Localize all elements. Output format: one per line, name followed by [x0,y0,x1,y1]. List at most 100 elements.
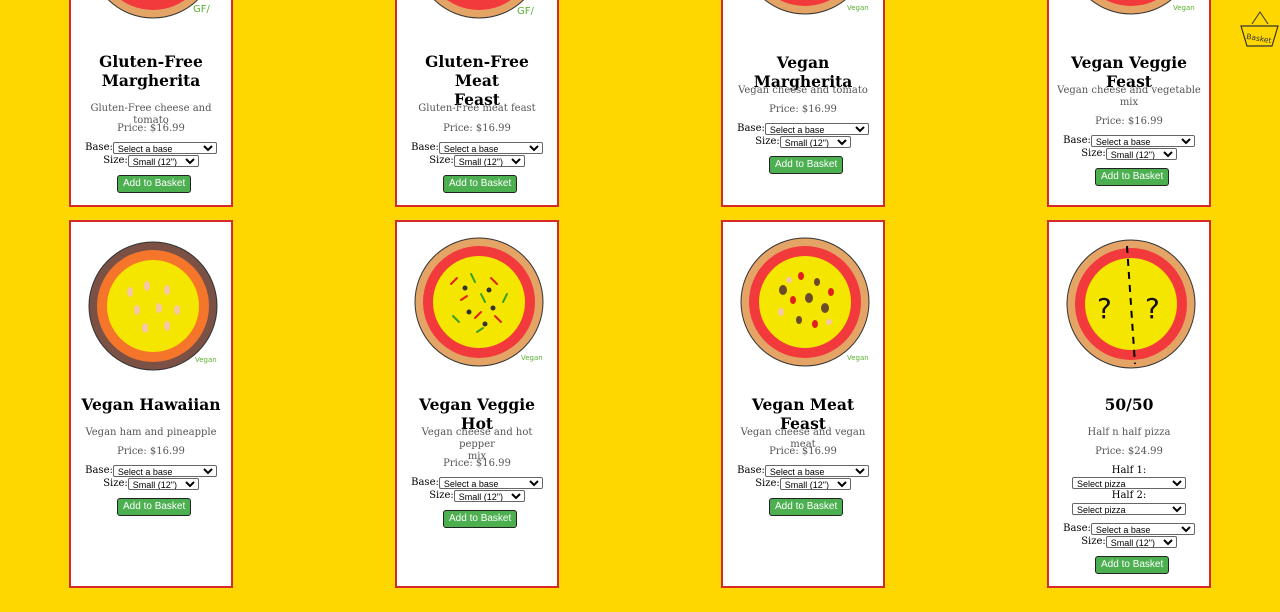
size-select[interactable]: Small (12") [127,478,199,490]
pizza-card-vegan-veggie-feast: Vegan Vegan Veggie Feast Vegan cheese an… [1047,0,1211,207]
size-row: Size: Small (12") [1049,536,1209,548]
size-row: Size: Small (12") [397,490,557,502]
add-to-basket-button[interactable]: Add to Basket [117,498,192,516]
add-to-basket-button[interactable]: Add to Basket [1095,168,1170,186]
pizza-description: Gluten-Free meat feast [418,103,536,114]
half-1-select[interactable]: Select pizza [1072,477,1186,489]
base-row: Base: Select a base [397,477,557,489]
base-label: Base: [737,123,765,134]
pizza-price: Price: $16.99 [443,458,511,469]
size-row: Size: Small (12") [71,155,231,167]
gf-badge-icon: GF/ [517,6,535,17]
size-row: Size: Small (12") [397,155,557,167]
half-1-row: Select pizza [1049,477,1209,489]
add-to-basket-button[interactable]: Add to Basket [117,175,192,193]
pizza-description: Vegan ham and pineapple [85,427,217,438]
size-select[interactable]: Small (12") [453,490,525,502]
pizza-image: Vegan [764,0,869,15]
pizza-description-line: mix [1119,97,1139,108]
add-to-basket-button[interactable]: Add to Basket [769,498,844,516]
size-label: Size: [103,155,128,166]
vegan-badge-icon: Vegan [521,354,543,362]
base-select[interactable]: Select a base [1090,135,1195,147]
pizza-name: Gluten-Free Meat Feast [401,52,553,109]
pizza-name: Gluten-Free Margherita [75,52,227,90]
half-2-select[interactable]: Select pizza [1072,503,1186,515]
base-label: Base: [1063,135,1091,146]
pizza-card-gluten-free-margherita: GF/ Gluten-Free Margherita Gluten-Free ch… [69,0,233,207]
base-select[interactable]: Select a base [438,477,543,489]
size-label: Size: [755,478,780,489]
pizza-price: Price: $16.99 [769,446,837,457]
add-to-basket-button[interactable]: Add to Basket [443,510,518,528]
size-label: Size: [1081,536,1106,547]
pizza-price: Price: $24.99 [1095,446,1163,457]
half-2-row: Select pizza [1049,503,1209,515]
half-1-label: Half 1: [1111,465,1147,476]
question-mark-icon: ? [1145,292,1160,325]
pizza-price: Price: $16.99 [117,446,185,457]
size-label: Size: [429,490,454,501]
question-mark-icon: ? [1097,292,1112,325]
pizza-image: Vegan [740,237,870,367]
add-to-basket-button[interactable]: Add to Basket [443,175,518,193]
base-row: Base: Select a base [1049,523,1209,535]
gf-badge-icon: GF/ [193,4,211,15]
pizza-card-vegan-hawaiian: Vegan Vegan Hawaiian Vegan ham and pinea… [69,220,233,588]
base-label: Base: [85,142,113,153]
base-label: Base: [85,465,113,476]
pizza-image: Vegan [1090,0,1195,15]
base-label: Base: [737,465,765,476]
pizza-image: Vegan [88,241,218,371]
base-label: Base: [1063,523,1091,534]
size-label: Size: [103,478,128,489]
pizza-price: Price: $16.99 [769,104,837,115]
pizza-description: Half n half pizza [1087,427,1171,438]
basket-label: Basket [1246,32,1273,45]
pizza-name-line: Gluten-Free Meat [425,52,529,90]
base-row: Base: Select a base [397,142,557,154]
base-select[interactable]: Select a base [764,465,869,477]
vegan-badge-icon: Vegan [847,4,869,12]
half-2-label: Half 2: [1111,490,1147,501]
base-label: Base: [411,142,439,153]
pizza-description-line: Vegan cheese and vegetable [1057,85,1201,96]
basket-icon[interactable]: Basket [1238,6,1280,50]
size-select[interactable]: Small (12") [453,155,525,167]
base-row: Base: Select a base [71,465,231,477]
base-row: Base: Select a base [723,123,883,135]
pizza-card-vegan-meat-feast: Vegan Vegan Meat Feast Vegan cheese and … [721,220,885,588]
pizza-name: 50/50 [1104,395,1154,414]
base-select[interactable]: Select a base [438,142,543,154]
size-select[interactable]: Small (12") [779,136,851,148]
size-row: Size: Small (12") [71,478,231,490]
base-select[interactable]: Select a base [1090,523,1195,535]
base-row: Base: Select a base [1049,135,1209,147]
pizza-image: GF/ [107,0,211,19]
pizza-description: Vegan cheese and tomato [738,85,868,96]
add-to-basket-button[interactable]: Add to Basket [1095,556,1170,574]
pizza-image: GF/ [433,0,535,19]
size-row: Size: Small (12") [1049,148,1209,160]
pizza-name: Vegan Hawaiian [81,395,221,414]
size-select[interactable]: Small (12") [127,155,199,167]
pizza-description-line: Vegan cheese and hot pepper [421,427,533,450]
pizza-name-line: Gluten-Free [99,52,203,71]
add-to-basket-button[interactable]: Add to Basket [769,156,844,174]
size-select[interactable]: Small (12") [1105,148,1177,160]
size-select[interactable]: Small (12") [779,478,851,490]
base-select[interactable]: Select a base [112,465,217,477]
base-label: Base: [411,477,439,488]
vegan-badge-icon: Vegan [1173,4,1195,12]
base-select[interactable]: Select a base [764,123,869,135]
base-select[interactable]: Select a base [112,142,217,154]
pizza-description: Vegan cheese and vegetable mix [1057,85,1201,109]
pizza-card-gluten-free-meat-feast: GF/ Gluten-Free Meat Feast Gluten-Free me… [395,0,559,207]
pizza-image: ? ? [1066,239,1196,369]
pizza-price: Price: $16.99 [443,123,511,134]
pizza-price: Price: $16.99 [117,123,185,134]
size-label: Size: [755,136,780,147]
pizza-image: Vegan [414,237,544,367]
size-select[interactable]: Small (12") [1105,536,1177,548]
base-row: Base: Select a base [71,142,231,154]
